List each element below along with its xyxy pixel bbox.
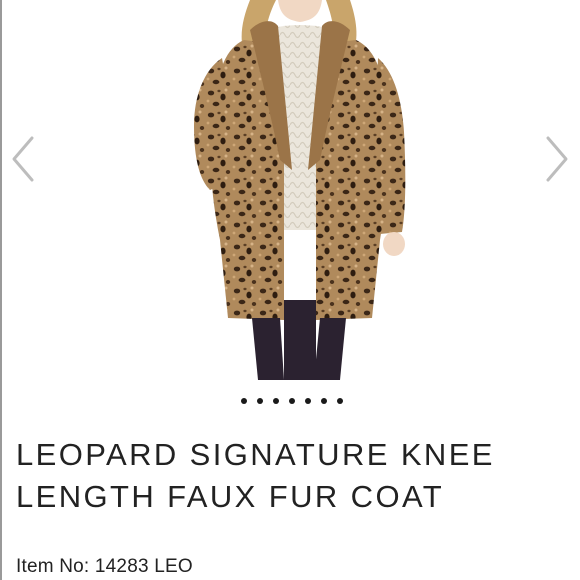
- chevron-left-icon: [12, 136, 34, 182]
- item-number: Item No: 14283 LEO: [16, 556, 193, 578]
- carousel-dot-1[interactable]: [241, 398, 247, 404]
- carousel-dot-6[interactable]: [321, 398, 327, 404]
- carousel-dot-3[interactable]: [273, 398, 279, 404]
- product-page: LEOPARD SIGNATURE KNEE LENGTH FAUX FUR C…: [0, 0, 580, 580]
- carousel-dot-5[interactable]: [305, 398, 311, 404]
- product-image: [194, 0, 406, 380]
- carousel-pagination: [0, 393, 580, 409]
- image-carousel[interactable]: [0, 0, 580, 385]
- item-number-label: Item No:: [16, 556, 90, 577]
- product-title-line-2: LENGTH FAUX FUR COAT: [16, 479, 445, 514]
- previous-image-button[interactable]: [6, 134, 40, 184]
- item-number-value: 14283 LEO: [94, 556, 193, 577]
- chevron-right-icon: [546, 136, 568, 182]
- carousel-dot-2[interactable]: [257, 398, 263, 404]
- next-image-button[interactable]: [540, 134, 574, 184]
- carousel-dot-4[interactable]: [289, 398, 295, 404]
- product-title: LEOPARD SIGNATURE KNEE LENGTH FAUX FUR C…: [16, 434, 576, 518]
- carousel-dot-7[interactable]: [337, 398, 343, 404]
- product-title-line-1: LEOPARD SIGNATURE KNEE: [16, 437, 495, 472]
